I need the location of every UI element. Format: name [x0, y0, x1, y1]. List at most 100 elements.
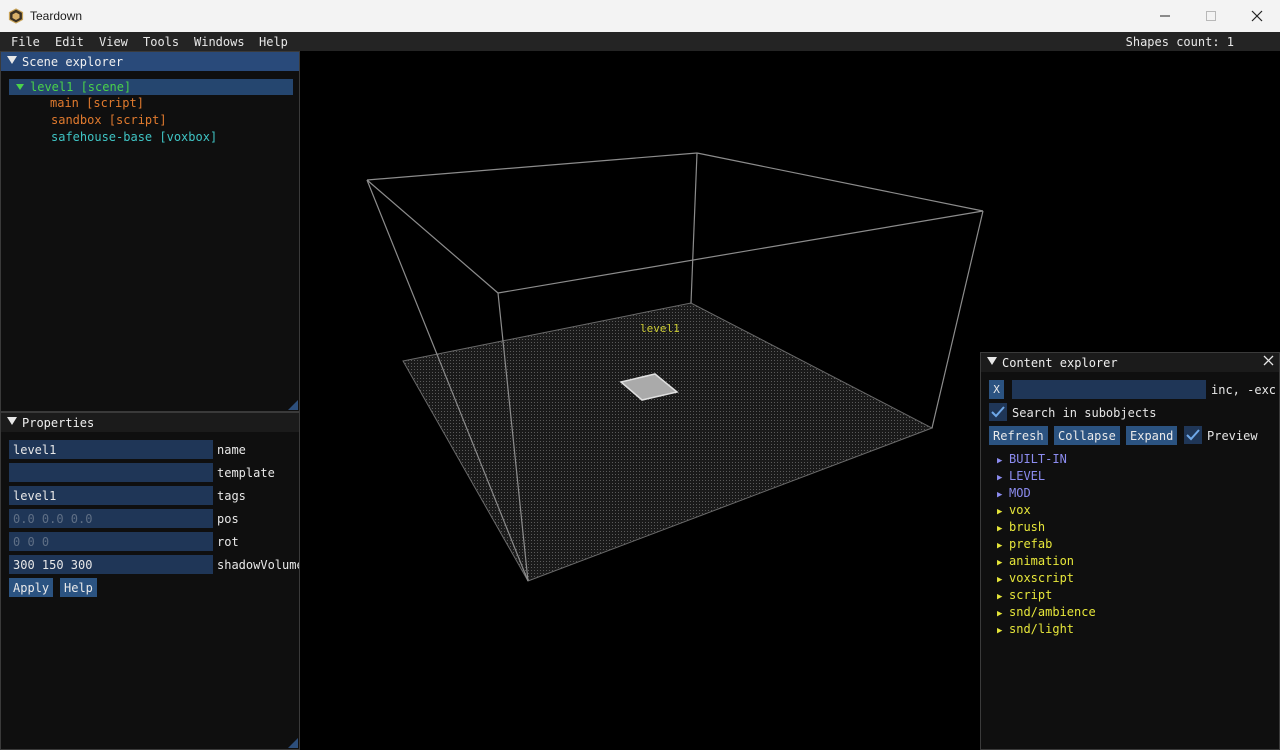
teardown-app-icon: [8, 8, 24, 24]
checkmark-icon: [991, 406, 1005, 418]
content-item-label: snd/ambience: [1009, 605, 1096, 619]
content-item-label: script: [1009, 588, 1053, 602]
window-title: Teardown: [30, 9, 83, 23]
properties-header[interactable]: Properties: [1, 413, 299, 432]
expand-arrow-icon: ▶: [997, 490, 1003, 500]
content-item-script[interactable]: ▶ script: [997, 588, 1052, 604]
content-item-vox[interactable]: ▶ vox: [997, 503, 1031, 519]
content-item-label: snd/light: [1009, 622, 1075, 636]
name-label: name: [217, 443, 246, 457]
pos-label: pos: [217, 512, 239, 526]
content-search-input[interactable]: [1012, 380, 1206, 399]
content-item-voxscript[interactable]: ▶ voxscript: [997, 571, 1074, 587]
preview-label: Preview: [1207, 429, 1258, 443]
content-explorer-header[interactable]: Content explorer: [981, 353, 1279, 372]
content-item-snd-ambience[interactable]: ▶ snd/ambience: [997, 605, 1096, 621]
content-item-prefab[interactable]: ▶ prefab: [997, 537, 1052, 553]
tags-label: tags: [217, 489, 246, 503]
rot-label: rot: [217, 535, 239, 549]
content-item-label: BUILT-IN: [1009, 452, 1067, 466]
expand-arrow-icon: ▶: [997, 558, 1003, 568]
collapse-arrow-icon: [7, 56, 17, 64]
close-window-button[interactable]: [1234, 0, 1280, 32]
menu-windows[interactable]: Windows: [194, 35, 245, 49]
content-item-label: LEVEL: [1009, 469, 1046, 483]
tree-item-label: main [script]: [50, 96, 144, 110]
resize-grip[interactable]: [288, 400, 298, 410]
expand-arrow-icon: ▶: [997, 524, 1003, 534]
content-item-label: brush: [1009, 520, 1046, 534]
scene-explorer-title: Scene explorer: [22, 55, 124, 69]
expand-arrow-icon: ▶: [997, 541, 1003, 551]
expand-button[interactable]: Expand: [1126, 426, 1178, 445]
template-input[interactable]: [9, 463, 213, 482]
template-label: template: [217, 466, 275, 480]
help-button[interactable]: Help: [60, 578, 97, 597]
content-item-label: MOD: [1009, 486, 1031, 500]
content-item-label: prefab: [1009, 537, 1053, 551]
checkmark-icon: [1186, 429, 1200, 441]
pos-input[interactable]: 0.0 0.0 0.0: [9, 509, 213, 528]
shadow-volume-input[interactable]: 300 150 300: [9, 555, 213, 574]
tree-item-label: safehouse-base [voxbox]: [51, 130, 218, 144]
title-bar: Teardown: [0, 0, 1280, 32]
tree-item-label: level1 [scene]: [30, 80, 132, 94]
content-item-built-in[interactable]: ▶ BUILT-IN: [997, 452, 1067, 468]
menu-edit[interactable]: Edit: [55, 35, 84, 49]
scene-explorer-panel: Scene explorer level1 [scene] main [scri…: [0, 51, 300, 412]
tree-item-safehouse-base[interactable]: safehouse-base [voxbox]: [51, 130, 217, 146]
content-item-mod[interactable]: ▶ MOD: [997, 486, 1031, 502]
properties-panel: Properties level1 name template level1 t…: [0, 412, 300, 750]
minimize-button[interactable]: [1142, 0, 1188, 32]
content-item-level[interactable]: ▶ LEVEL: [997, 469, 1045, 485]
expand-arrow-icon: ▶: [997, 507, 1003, 517]
expand-arrow-icon: ▶: [997, 473, 1003, 483]
floor-voxels: [402, 302, 934, 582]
expand-arrow-icon: ▶: [997, 609, 1003, 619]
expand-arrow-icon: ▶: [997, 592, 1003, 602]
search-subobjects-checkbox[interactable]: [989, 403, 1007, 421]
scene-explorer-header[interactable]: Scene explorer: [1, 52, 299, 71]
menu-bar: File Edit View Tools Windows Help Shapes…: [0, 32, 1280, 51]
collapse-button[interactable]: Collapse: [1054, 426, 1120, 445]
content-item-brush[interactable]: ▶ brush: [997, 520, 1045, 536]
expand-arrow-icon: ▶: [997, 575, 1003, 585]
content-item-label: vox: [1009, 503, 1031, 517]
content-explorer-panel: Content explorer X inc, -exc Search in s…: [980, 352, 1280, 750]
clear-search-button[interactable]: X: [989, 380, 1004, 399]
tree-item-level1[interactable]: level1 [scene]: [9, 79, 293, 95]
tags-input[interactable]: level1: [9, 486, 213, 505]
close-icon: [1251, 10, 1263, 22]
maximize-button[interactable]: [1188, 0, 1234, 32]
tree-item-main[interactable]: main [script]: [50, 96, 144, 112]
menu-file[interactable]: File: [11, 35, 40, 49]
maximize-icon: [1206, 11, 1216, 21]
properties-title: Properties: [22, 416, 95, 430]
shadow-volume-label: shadowVolume: [217, 558, 299, 572]
collapse-arrow-icon: [7, 417, 17, 425]
search-subobjects-label: Search in subobjects: [1012, 406, 1157, 420]
expand-arrow-icon: ▶: [997, 626, 1003, 636]
expanded-arrow-icon: [16, 84, 24, 90]
preview-checkbox[interactable]: [1184, 426, 1202, 444]
apply-button[interactable]: Apply: [9, 578, 54, 597]
refresh-button[interactable]: Refresh: [989, 426, 1048, 445]
resize-grip[interactable]: [288, 738, 298, 748]
collapse-arrow-icon: [987, 357, 997, 365]
close-icon[interactable]: [1263, 355, 1274, 366]
rot-input[interactable]: 0 0 0: [9, 532, 213, 551]
menu-view[interactable]: View: [99, 35, 128, 49]
name-input[interactable]: level1: [9, 440, 213, 459]
content-item-label: voxscript: [1009, 571, 1075, 585]
menu-tools[interactable]: Tools: [143, 35, 179, 49]
scene-label: level1: [640, 322, 680, 335]
content-item-label: animation: [1009, 554, 1075, 568]
search-hint: inc, -exc: [1211, 383, 1277, 397]
content-item-animation[interactable]: ▶ animation: [997, 554, 1074, 570]
shapes-count: Shapes count: 1: [1125, 35, 1234, 49]
content-item-snd-light[interactable]: ▶ snd/light: [997, 622, 1074, 638]
tree-item-sandbox[interactable]: sandbox [script]: [51, 113, 167, 129]
minimize-icon: [1160, 15, 1170, 17]
content-explorer-title: Content explorer: [1002, 356, 1118, 370]
menu-help[interactable]: Help: [259, 35, 288, 49]
